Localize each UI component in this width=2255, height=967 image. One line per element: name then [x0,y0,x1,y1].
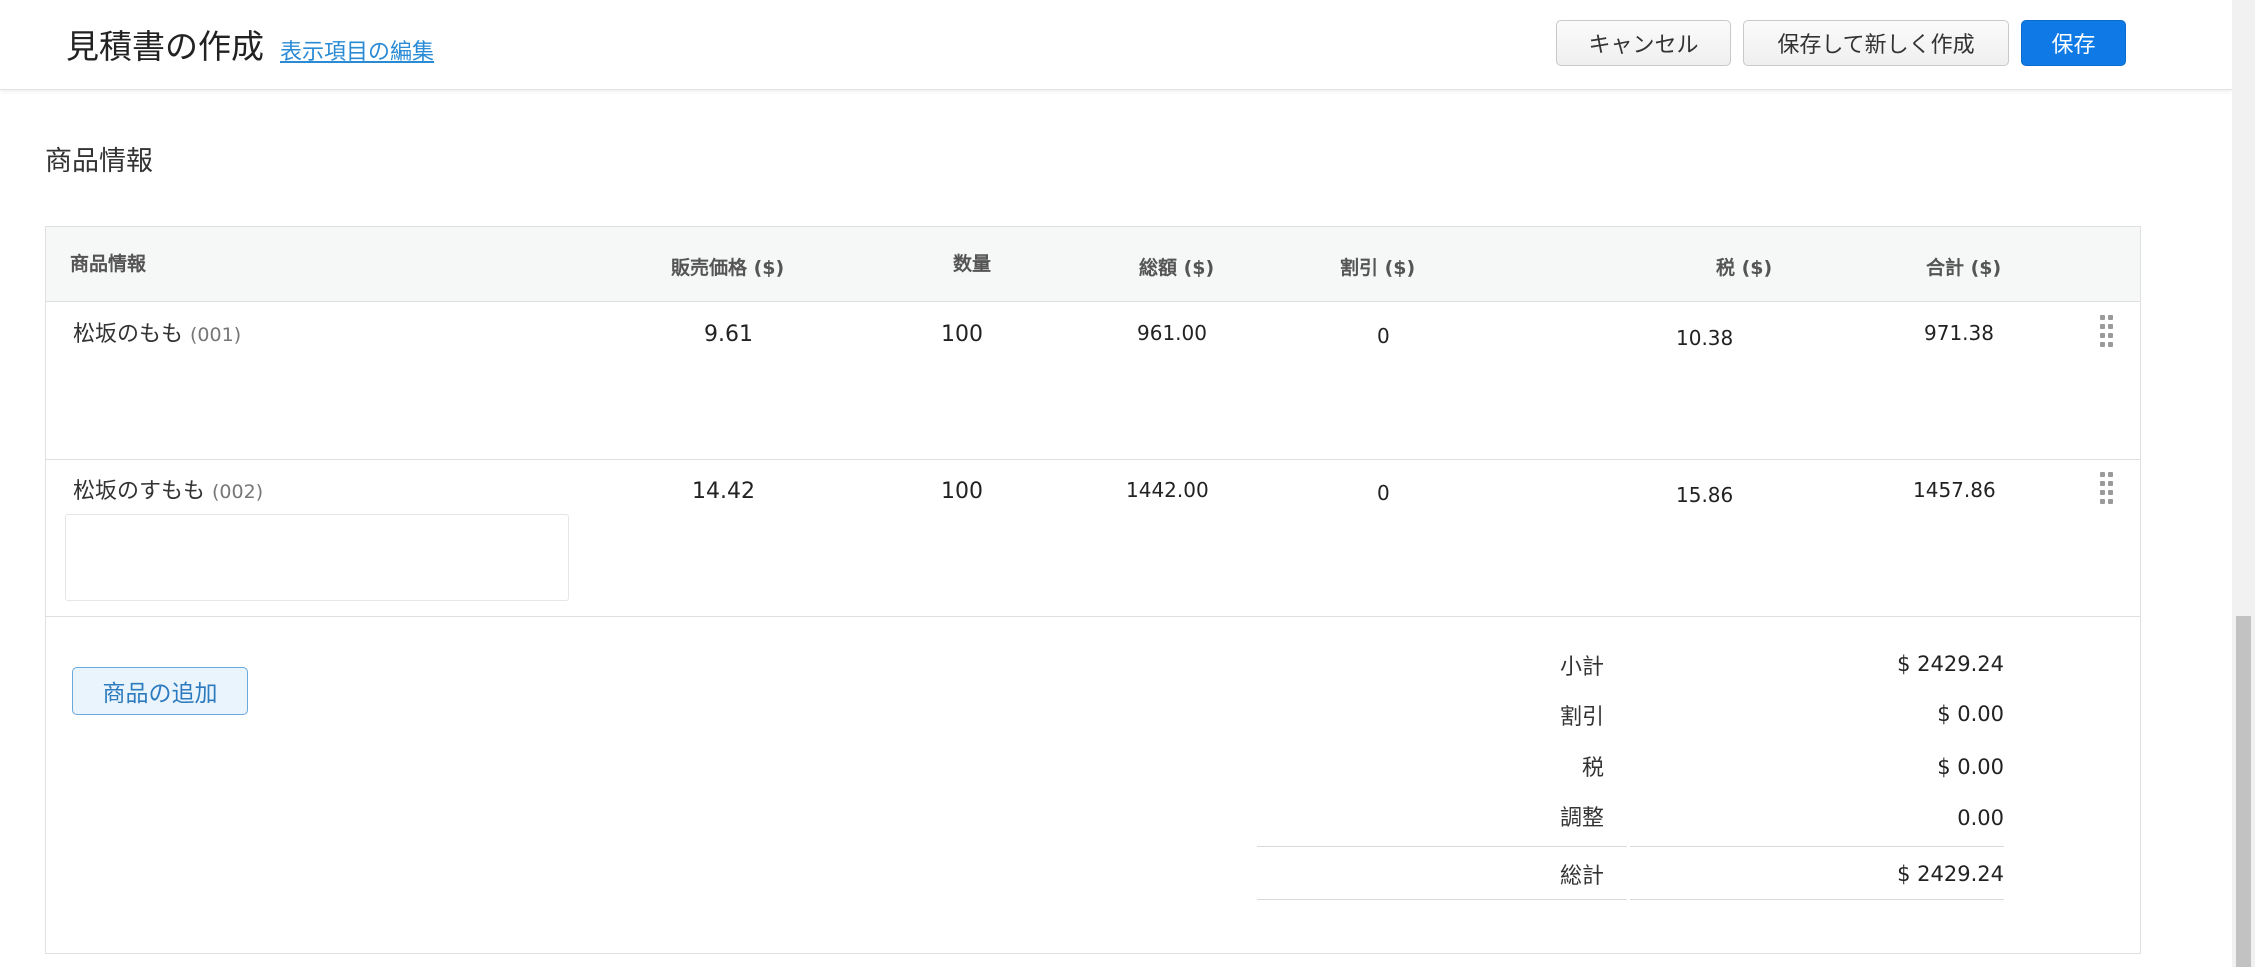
summary-divider [1630,899,2004,900]
adjustment-input[interactable]: 0.00 [1704,806,2004,830]
drag-handle-icon[interactable] [2100,315,2114,349]
product-name: 松坂のすもも [73,479,206,504]
discount-label: 割引 [1559,705,1604,730]
quantity-cell[interactable]: 100 [941,479,983,504]
product-name-cell: 松坂のもも (001) [73,316,241,348]
cancel-button[interactable]: キャンセル [1556,20,1731,66]
save-and-new-button[interactable]: 保存して新しく作成 [1743,20,2009,66]
product-name-cell: 松坂のすもも (002) [73,473,263,505]
page-header: 見積書の作成 表示項目の編集 キャンセル 保存して新しく作成 保存 [0,0,2232,90]
summary-divider [1257,846,1627,847]
total-cell: 1442.00 [1126,478,1209,502]
column-header-price: 販売価格 ($) [671,257,785,279]
subtotal-value: $ 2429.24 [1897,652,2004,676]
edit-display-fields-link[interactable]: 表示項目の編集 [280,34,434,66]
product-code: (001) [190,324,242,346]
summary-divider [1257,899,1627,900]
tax-cell[interactable]: 15.86 [1676,483,1733,507]
price-cell[interactable]: 14.42 [692,479,755,504]
grand-total-value: $ 2429.24 [1897,862,2004,886]
summary-divider [1630,846,2004,847]
total-cell: 961.00 [1137,321,1207,345]
discount-cell[interactable]: 0 [1377,324,1390,348]
adjustment-label: 調整 [1559,806,1604,831]
product-name: 松坂のもも [73,322,184,347]
product-code: (002) [212,481,264,503]
table-row[interactable]: 松坂のもも (001) 9.61 100 961.00 0 10.38 971.… [46,302,2140,460]
tax-value: $ 0.00 [1937,755,2004,779]
vertical-scrollbar[interactable] [2232,0,2255,967]
price-cell[interactable]: 9.61 [704,322,753,347]
add-product-button[interactable]: 商品の追加 [72,667,248,715]
quantity-cell[interactable]: 100 [941,322,983,347]
discount-value: $ 0.00 [1937,702,2004,726]
tax-cell[interactable]: 10.38 [1676,326,1733,350]
drag-handle-icon[interactable] [2100,472,2114,506]
product-description-input[interactable] [65,514,569,601]
column-header-total: 総額 ($) [1139,257,1215,279]
column-header-quantity: 数量 [953,253,992,275]
section-title: 商品情報 [45,146,153,177]
subtotal-label: 小計 [1559,655,1604,680]
discount-cell[interactable]: 0 [1377,481,1390,505]
page-title: 見積書の作成 [66,27,264,66]
column-header-tax: 税 ($) [1716,257,1773,279]
column-header-discount: 割引 ($) [1340,257,1416,279]
amount-cell: 971.38 [1924,321,1994,345]
tax-label: 税 [1581,756,1604,781]
column-header-amount: 合計 ($) [1926,257,2002,279]
grand-total-label: 総計 [1559,864,1604,889]
table-row[interactable]: 松坂のすもも (002) 14.42 100 1442.00 0 15.86 1… [46,459,2140,617]
product-table: 商品情報 販売価格 ($) 数量 総額 ($) 割引 ($) 税 ($) 合計 … [45,226,2141,954]
column-header-product: 商品情報 [70,253,147,275]
save-button[interactable]: 保存 [2021,20,2126,66]
amount-cell: 1457.86 [1913,478,1996,502]
scrollbar-thumb[interactable] [2236,616,2251,967]
table-header: 商品情報 販売価格 ($) 数量 総額 ($) 割引 ($) 税 ($) 合計 … [46,227,2140,302]
